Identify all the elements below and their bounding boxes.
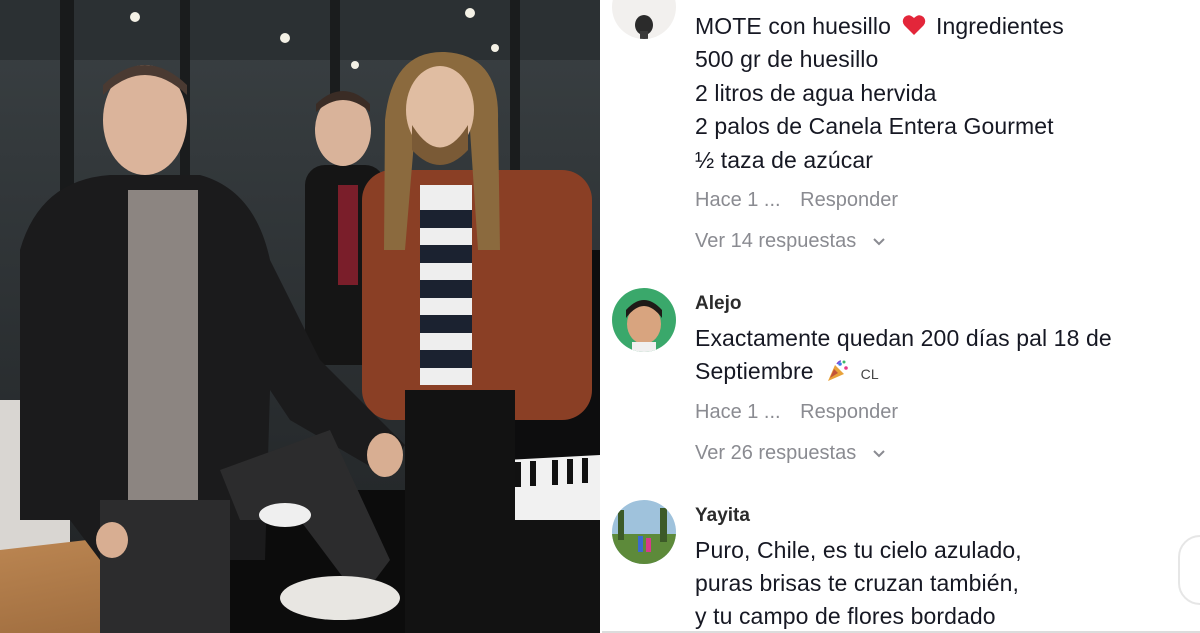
avatar[interactable] [612, 0, 676, 39]
comment-text-line: 500 gr de huesillo [695, 46, 879, 72]
reply-button[interactable]: Responder [800, 401, 898, 423]
comment-meta: Hace 1 ... Responder [695, 401, 898, 424]
comment-text-line: ½ taza de azúcar [695, 147, 874, 173]
avatar[interactable] [612, 288, 676, 352]
comment-text-line: Exactamente quedan 200 días pal 18 de [695, 325, 1112, 351]
comment-text-line: MOTE con huesillo Ingredientes [695, 13, 1064, 42]
red-heart-icon [902, 14, 926, 42]
party-popper-icon [826, 360, 850, 388]
comment-time: Hace 1 ... [695, 189, 781, 211]
view-replies-button[interactable]: Ver 26 respuestas [695, 442, 886, 465]
comment-time: Hace 1 ... [695, 401, 781, 423]
comment-username[interactable]: Alejo [695, 293, 741, 315]
comment-text-line: puras brisas te cruzan también, [695, 570, 1019, 596]
scroll-handle[interactable] [1178, 535, 1200, 605]
avatar[interactable] [612, 500, 676, 564]
reply-button[interactable]: Responder [800, 189, 898, 211]
comments-panel[interactable]: MOTE con huesillo Ingredientes 500 gr de… [602, 0, 1200, 633]
chevron-down-icon [872, 230, 886, 253]
comment-text-line: y tu campo de flores bordado [695, 603, 996, 629]
chevron-down-icon [872, 442, 886, 465]
comment-text-line: 2 litros de agua hervida [695, 80, 937, 106]
comment-text-line: Septiembre CL [695, 358, 879, 388]
comment-meta: Hace 1 ... Responder [695, 189, 898, 212]
comment-text-line: Puro, Chile, es tu cielo azulado, [695, 537, 1022, 563]
video-photo [0, 0, 600, 633]
comment-text-line: 2 palos de Canela Entera Gourmet [695, 113, 1054, 139]
country-tag: CL [860, 366, 879, 382]
comment-username[interactable]: Yayita [695, 505, 750, 527]
view-replies-button[interactable]: Ver 14 respuestas [695, 230, 886, 253]
